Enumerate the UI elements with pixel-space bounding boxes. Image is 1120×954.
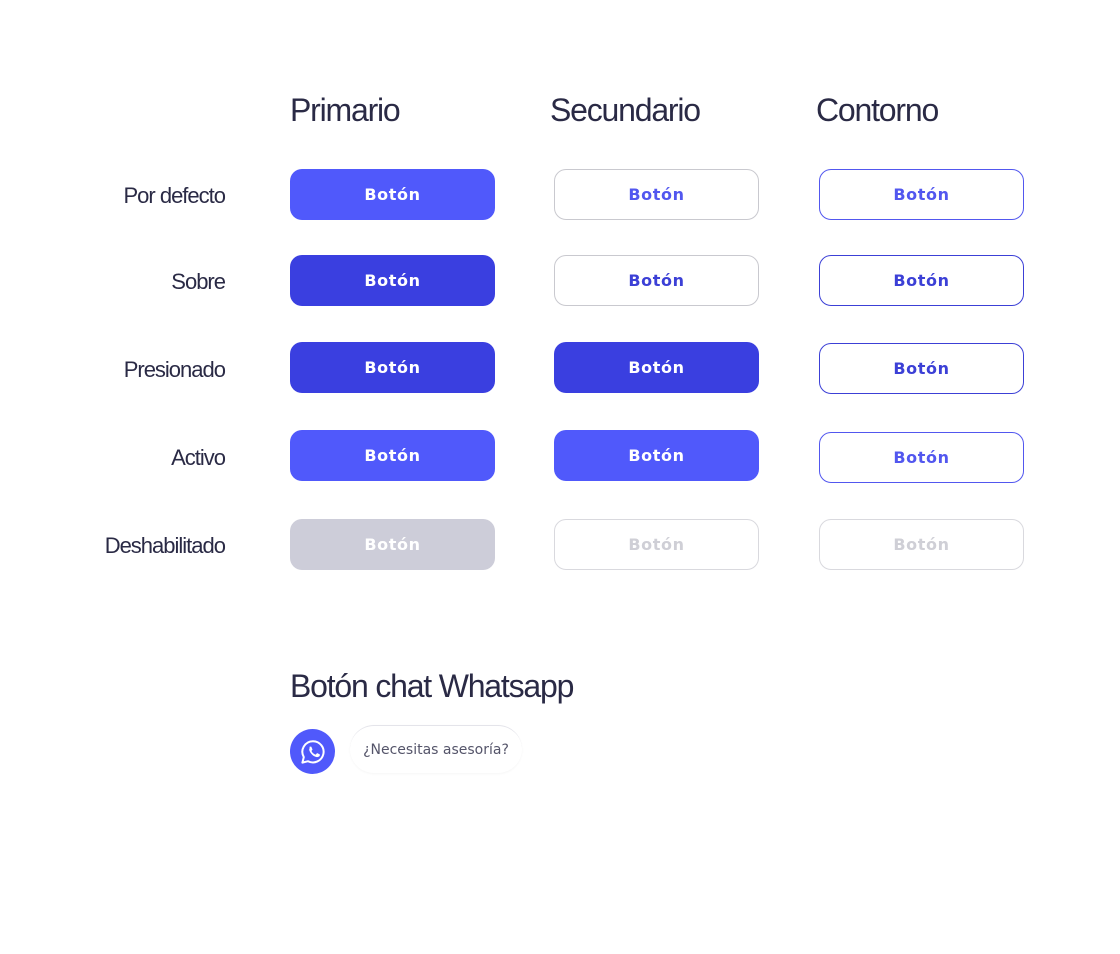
primary-button-active[interactable]: Botón — [290, 430, 495, 481]
outline-button-active[interactable]: Botón — [819, 432, 1024, 483]
primary-button-pressed[interactable]: Botón — [290, 342, 495, 393]
secondary-button-disabled[interactable]: Botón — [554, 519, 759, 570]
outline-button-disabled[interactable]: Botón — [819, 519, 1024, 570]
button-states-sheet: Primario Secundario Contorno Por defecto… — [0, 0, 1120, 954]
primary-button-hover[interactable]: Botón — [290, 255, 495, 306]
primary-button-disabled[interactable]: Botón — [290, 519, 495, 570]
row-label-disabled: Deshabilitado — [104, 533, 226, 558]
secondary-button-default[interactable]: Botón — [554, 169, 759, 220]
whatsapp-icon — [300, 739, 325, 764]
secondary-button-active[interactable]: Botón — [554, 430, 759, 481]
column-header-secondary: Secundario — [550, 92, 701, 128]
secondary-button-hover[interactable]: Botón — [554, 255, 759, 306]
row-label-default: Por defecto — [123, 183, 226, 208]
row-label-pressed: Presionado — [123, 357, 226, 382]
primary-button-default[interactable]: Botón — [290, 169, 495, 220]
whatsapp-help-bubble[interactable]: ¿Necesitas asesoría? — [350, 725, 522, 773]
row-label-active: Activo — [171, 445, 226, 470]
whatsapp-chat-button[interactable] — [290, 729, 335, 774]
outline-button-default[interactable]: Botón — [819, 169, 1024, 220]
column-header-primary: Primario — [290, 92, 401, 128]
row-label-hover: Sobre — [171, 269, 226, 294]
outline-button-pressed[interactable]: Botón — [819, 343, 1024, 394]
whatsapp-section-title: Botón chat Whatsapp — [290, 668, 574, 704]
column-header-outline: Contorno — [816, 92, 939, 128]
secondary-button-pressed[interactable]: Botón — [554, 342, 759, 393]
outline-button-hover[interactable]: Botón — [819, 255, 1024, 306]
